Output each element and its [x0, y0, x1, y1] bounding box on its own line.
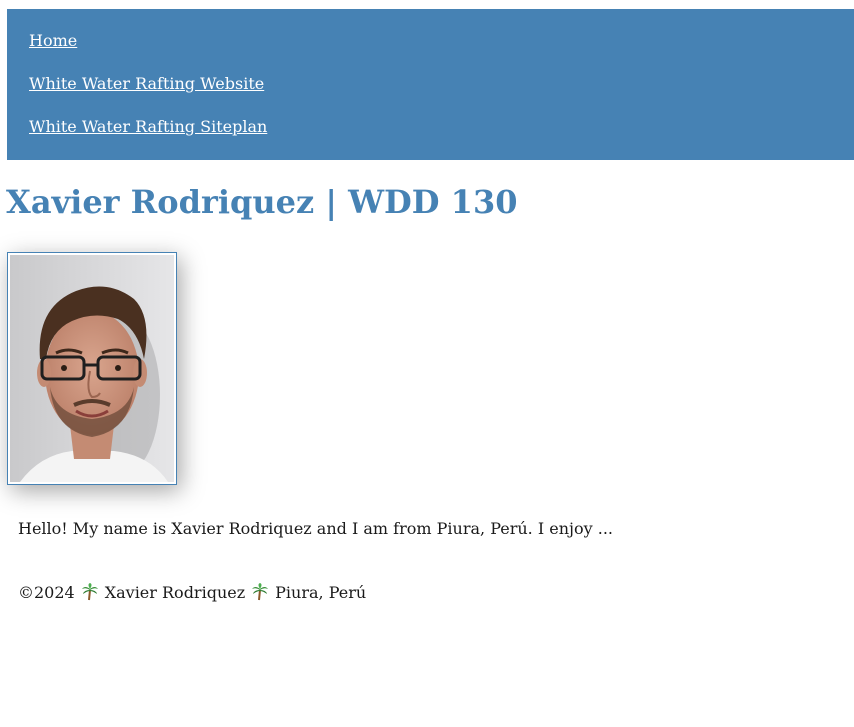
nav-link-rafting-siteplan[interactable]: White Water Rafting Siteplan — [29, 117, 854, 136]
palm-tree-icon — [252, 583, 269, 601]
palm-tree-icon — [81, 583, 98, 601]
footer-name: Xavier Rodriquez — [104, 583, 246, 602]
portrait-image — [10, 255, 174, 482]
intro-paragraph: Hello! My name is Xavier Rodriquez and I… — [18, 519, 613, 538]
main-navigation: Home White Water Rafting Website White W… — [7, 9, 854, 160]
nav-link-home[interactable]: Home — [29, 31, 854, 50]
profile-photo — [7, 252, 177, 485]
page-title: Xavier Rodriquez | WDD 130 — [6, 183, 518, 221]
footer: ©2024 Xavier Rodriquez Piura, Perú — [18, 582, 366, 604]
footer-copyright: ©2024 — [18, 583, 75, 602]
footer-location: Piura, Perú — [275, 583, 367, 602]
nav-link-rafting-website[interactable]: White Water Rafting Website — [29, 74, 854, 93]
